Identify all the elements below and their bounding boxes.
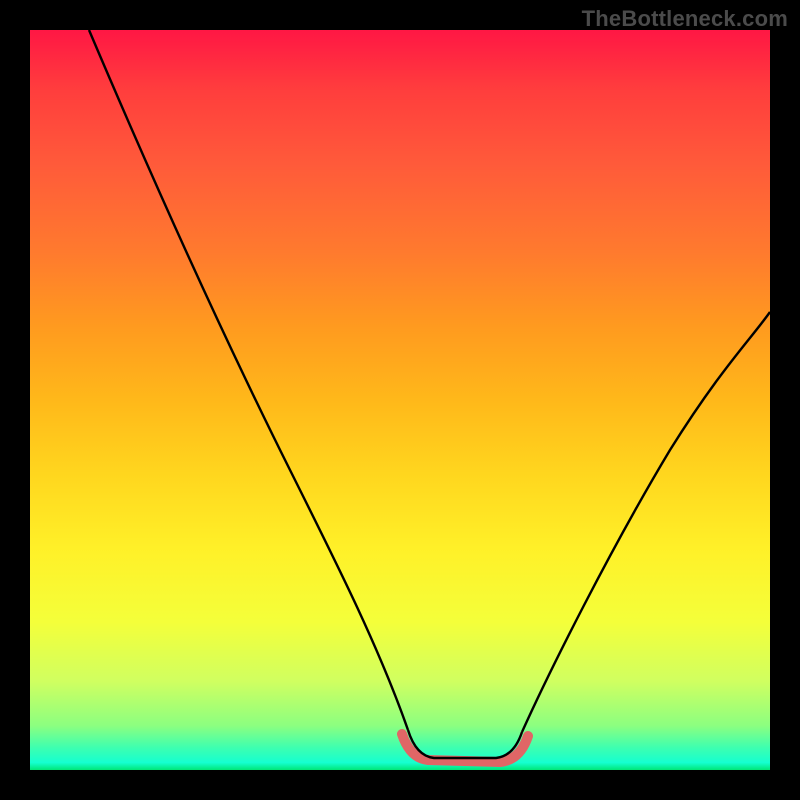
watermark-text: TheBottleneck.com bbox=[582, 6, 788, 32]
bottleneck-curve-svg bbox=[30, 30, 770, 770]
curve-trough bbox=[408, 730, 522, 758]
curve-right-arm bbox=[522, 312, 770, 732]
chart-frame: TheBottleneck.com bbox=[0, 0, 800, 800]
chart-plot-area bbox=[30, 30, 770, 770]
curve-left-arm bbox=[89, 30, 408, 730]
